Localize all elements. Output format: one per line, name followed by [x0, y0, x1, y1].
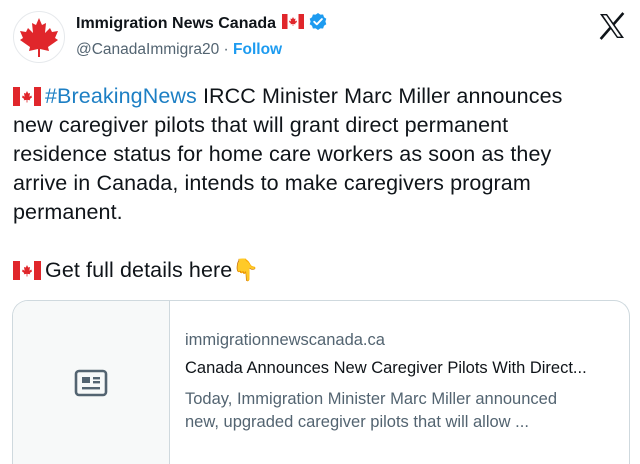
handle[interactable]: @CanadaImmigra20 [76, 41, 219, 58]
tweet-line-4: arrive in Canada, intends to make caregi… [13, 171, 531, 195]
tweet-line-1: #BreakingNews IRCC Minister Marc Miller … [13, 82, 628, 111]
tweet-line-2: new caregiver pilots that will grant dir… [13, 113, 509, 137]
link-card[interactable]: immigrationnewscanada.ca Canada Announce… [12, 300, 630, 464]
canada-flag-icon [282, 14, 305, 34]
tweet-cta-line: Get full details here👇 [13, 256, 628, 285]
tweet-line-5: permanent. [13, 200, 123, 224]
separator: · [219, 41, 234, 58]
display-name[interactable]: Immigration News Canada [76, 15, 276, 33]
tweet-text: IRCC Minister Marc Miller announces [196, 84, 563, 108]
card-description: Today, Immigration Minister Marc Miller … [185, 388, 625, 434]
card-desc-line-2: new, upgraded caregiver pilots that will… [185, 413, 529, 431]
maple-leaf-icon [20, 18, 58, 57]
follow-button[interactable]: Follow [233, 41, 282, 58]
canada-flag-icon [13, 85, 41, 114]
verified-badge-icon [308, 12, 328, 37]
tweet-body: #BreakingNews IRCC Minister Marc Miller … [13, 82, 628, 285]
pointing-down-icon: 👇 [232, 258, 260, 282]
card-thumbnail [13, 301, 170, 464]
hashtag-link[interactable]: #BreakingNews [45, 84, 197, 108]
canada-flag-icon [13, 259, 41, 288]
cta-text: Get full details here [45, 258, 233, 282]
avatar[interactable] [13, 11, 65, 63]
card-title: Canada Announces New Caregiver Pilots Wi… [185, 359, 587, 377]
tweet-header: Immigration News Canada @CanadaImmigra20… [76, 12, 328, 61]
article-icon [74, 369, 108, 396]
card-domain: immigrationnewscanada.ca [185, 331, 385, 349]
x-logo-icon[interactable] [598, 12, 626, 40]
card-desc-line-1: Today, Immigration Minister Marc Miller … [185, 390, 557, 408]
tweet-line-3: residence status for home care workers a… [13, 142, 552, 166]
